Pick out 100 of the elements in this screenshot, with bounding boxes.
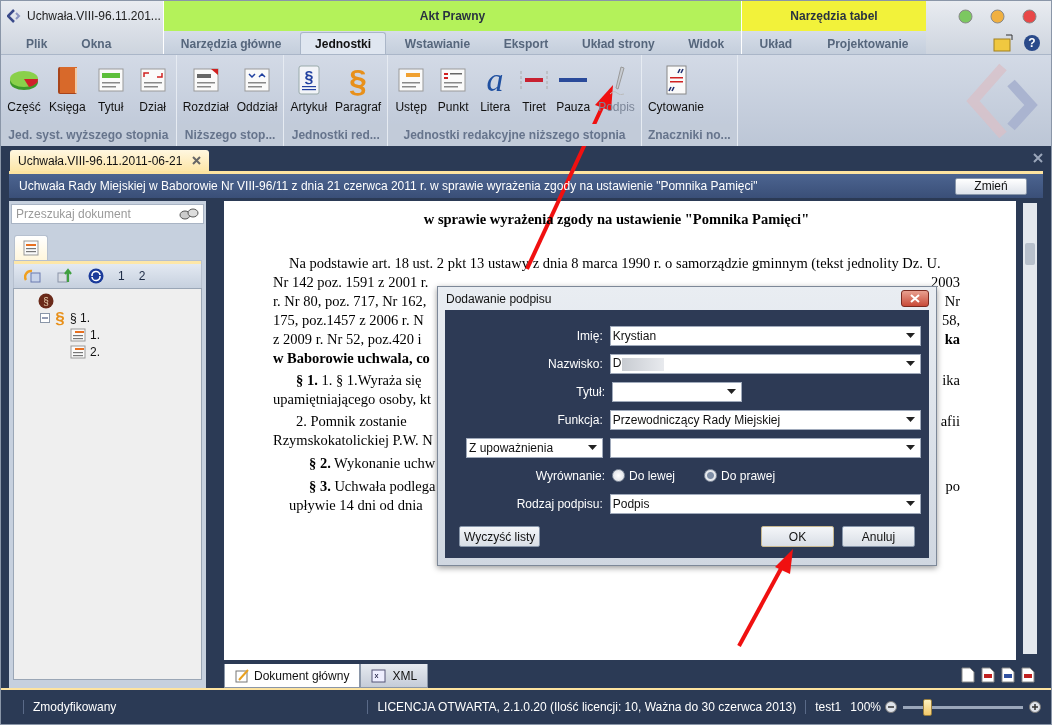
text-line: z 2009 r. Nr 52, poz.420 i xyxy=(273,331,422,349)
collapse-all-button[interactable] xyxy=(56,267,74,284)
level-button[interactable]: 2 xyxy=(138,268,146,283)
panel-tab[interactable] xyxy=(14,235,48,260)
ribbon-tab[interactable]: Jednostki xyxy=(300,32,387,54)
field-label: Funkcja: xyxy=(556,412,603,427)
dialog-button[interactable]: OK xyxy=(761,526,834,547)
radio-button[interactable] xyxy=(704,469,718,482)
scroll-thumb[interactable] xyxy=(1024,243,1035,265)
view-tab[interactable]: Dokument główny xyxy=(224,664,361,688)
ribbon-button[interactable]: Tytuł xyxy=(90,61,131,116)
text-line: § 2. Wykonanie uchw xyxy=(309,455,436,473)
tree-item-label[interactable]: 1. xyxy=(90,327,100,342)
text-line: Na podstawie art. 18 ust. 2 pkt 13 ustawy z dnia 8 marca 1990 r. o samorządzie gminnym (tekst jednolity Dz. U. xyxy=(289,255,941,273)
list-icon xyxy=(70,344,86,359)
ribbon-tab[interactable]: Widok xyxy=(673,32,740,54)
ribbon-button[interactable]: Rozdział xyxy=(179,61,232,116)
ribbon-button[interactable]: Oddział xyxy=(233,61,281,116)
ribbon-button[interactable]: Pauza xyxy=(553,61,594,116)
pen-icon xyxy=(608,65,625,95)
list-icon xyxy=(70,327,86,342)
ribbon-button[interactable]: § Paragraf xyxy=(332,61,385,116)
text-line: r. Nr 80, poz. 717, Nr 162, xyxy=(273,293,427,311)
field-label: Wyrównanie: xyxy=(534,468,605,483)
cubes-icon xyxy=(24,267,42,284)
dropdown-caret-icon xyxy=(727,389,736,394)
ribbon-button[interactable]: Księga xyxy=(46,61,89,116)
user-name: test1 xyxy=(805,700,851,714)
section-sign-icon: § xyxy=(341,63,376,97)
close-icon[interactable] xyxy=(1033,153,1043,163)
file-icon[interactable] xyxy=(1021,667,1035,683)
ribbon-tab[interactable]: Eksport xyxy=(488,32,564,54)
ribbon-button[interactable]: Dział xyxy=(132,61,173,116)
text-fragment: ika xyxy=(942,372,960,390)
close-button[interactable] xyxy=(901,290,929,307)
dropdown-field[interactable]: Z upoważnienia xyxy=(466,437,603,458)
dropdown-caret-icon xyxy=(906,445,915,450)
dropdown-field[interactable] xyxy=(612,381,742,402)
text-line: § 1. 1. § 1.Wyraża się xyxy=(296,372,422,390)
xml-file-icon xyxy=(371,668,388,683)
file-icon[interactable] xyxy=(981,667,995,683)
ribbon-button[interactable]: Tiret xyxy=(517,61,552,116)
dialog-button[interactable]: Anuluj xyxy=(842,526,915,547)
text-fragment: ka xyxy=(944,331,960,349)
file-icon[interactable] xyxy=(1001,667,1015,683)
radio-option[interactable]: Do prawej xyxy=(704,468,776,483)
section-sign-icon: § xyxy=(54,309,66,326)
ribbon-button[interactable]: Część xyxy=(4,61,44,116)
field-label: Nazwisko: xyxy=(547,356,603,371)
text-fragment: Nr xyxy=(944,293,960,311)
tree-item-label[interactable]: § 1. xyxy=(70,310,90,325)
note-icon xyxy=(235,668,249,683)
app-logo-icon xyxy=(7,9,21,23)
view-tab[interactable]: XML xyxy=(360,664,429,688)
change-button[interactable]: Zmień xyxy=(955,177,1027,195)
folder-icon[interactable] xyxy=(993,33,1013,52)
binoculars-icon xyxy=(179,208,199,220)
level-button[interactable]: 1 xyxy=(118,268,125,283)
collapse-icon[interactable] xyxy=(40,312,50,323)
menu-tab[interactable]: Okna xyxy=(66,32,127,54)
dropdown-field[interactable]: Przewodniczący Rady Miejskiej xyxy=(609,409,921,430)
zoom-out-button[interactable] xyxy=(885,701,897,713)
maximize-button[interactable] xyxy=(958,8,973,24)
ribbon-tab[interactable]: Wstawianie xyxy=(389,32,486,54)
minimize-button[interactable] xyxy=(990,8,1005,24)
menu-tab[interactable]: Plik xyxy=(11,32,63,54)
radio-button[interactable] xyxy=(612,469,625,482)
radio-option[interactable]: Do lewej xyxy=(612,468,676,483)
file-icon[interactable] xyxy=(961,667,975,683)
refresh-button[interactable] xyxy=(88,267,104,284)
tree-item-label[interactable]: 2. xyxy=(90,344,100,359)
dropdown-field[interactable]: Krystian xyxy=(609,325,921,346)
ribbon-button[interactable]: § Artykuł xyxy=(287,61,331,116)
dropdown-field[interactable]: D xyxy=(609,353,921,374)
ribbon-tab[interactable]: Układ xyxy=(744,32,808,54)
text-fragment: po xyxy=(945,478,960,496)
dropdown-caret-icon xyxy=(906,361,915,366)
zoom-percent: 100% xyxy=(850,700,882,714)
ribbon-tab[interactable]: Narzędzia główne xyxy=(165,32,297,54)
document-tab[interactable]: Uchwała.VIII-96.11.2011-06-21 xyxy=(10,150,210,171)
close-icon[interactable] xyxy=(192,156,202,165)
ribbon-tab[interactable]: Projektowanie xyxy=(812,32,924,54)
search-field[interactable]: Przeszukaj dokument xyxy=(11,204,204,224)
text-line: w Baborowie uchwala, co xyxy=(273,350,430,368)
slider-thumb[interactable] xyxy=(923,698,932,716)
dropdown-caret-icon xyxy=(587,445,597,450)
dialog-button[interactable]: Wyczyść listy xyxy=(459,526,541,547)
ribbon-tab[interactable]: Układ strony xyxy=(567,32,670,54)
text-fragment: 58, xyxy=(941,312,960,330)
ribbon-button[interactable]: a Litera xyxy=(475,61,516,116)
list-icon xyxy=(23,240,39,256)
ribbon-button[interactable]: Punkt xyxy=(433,61,474,116)
dropdown-field[interactable]: Podpis xyxy=(609,493,921,514)
ribbon-button[interactable]: Ustęp xyxy=(391,61,432,116)
dialog-title: Dodawanie podpisu xyxy=(445,291,552,306)
help-icon[interactable]: ? xyxy=(1023,33,1041,52)
ribbon-button[interactable]: Cytowanie xyxy=(644,61,707,116)
zoom-in-button[interactable] xyxy=(1029,701,1041,713)
dropdown-field[interactable] xyxy=(609,437,921,458)
text-line: § 3. Uchwała podlega xyxy=(309,478,436,496)
